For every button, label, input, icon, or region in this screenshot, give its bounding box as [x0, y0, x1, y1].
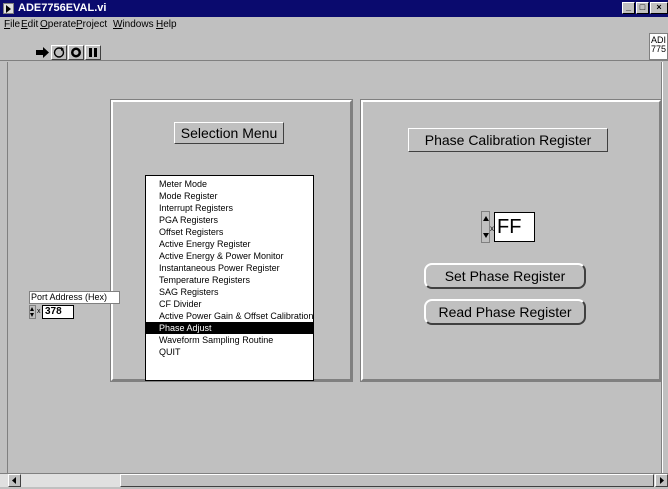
- menu-help[interactable]: Help: [156, 18, 177, 32]
- list-item[interactable]: PGA Registers: [146, 214, 313, 226]
- menu-project[interactable]: Project: [76, 18, 107, 32]
- increment-arrow-icon[interactable]: [483, 216, 489, 221]
- phase-value-stepper[interactable]: [481, 211, 490, 243]
- list-item[interactable]: Interrupt Registers: [146, 202, 313, 214]
- list-item[interactable]: QUIT: [146, 346, 313, 358]
- increment-arrow-icon[interactable]: [30, 307, 34, 311]
- list-item[interactable]: Meter Mode: [146, 178, 313, 190]
- list-item-selected[interactable]: Phase Adjust: [146, 322, 313, 334]
- list-item[interactable]: Active Power Gain & Offset Calibration: [146, 310, 313, 322]
- vi-icon-pane: ADI 775: [649, 33, 668, 60]
- minimize-icon[interactable]: _: [622, 2, 635, 14]
- menu-file[interactable]: File: [4, 18, 20, 32]
- title-bar[interactable]: ADE7756EVAL.vi _ □ ×: [0, 0, 668, 17]
- pause-icon[interactable]: [85, 45, 101, 60]
- phase-calibration-label: Phase Calibration Register: [408, 128, 608, 152]
- list-item[interactable]: Waveform Sampling Routine: [146, 334, 313, 346]
- scroll-right-icon[interactable]: [655, 474, 668, 487]
- run-continuous-icon[interactable]: [51, 45, 67, 60]
- list-item[interactable]: Active Energy Register: [146, 238, 313, 250]
- port-address-label: Port Address (Hex): [29, 291, 120, 304]
- scroll-left-icon[interactable]: [8, 474, 21, 487]
- port-address-field[interactable]: 378: [42, 305, 74, 319]
- run-arrow-icon[interactable]: [35, 46, 50, 59]
- list-item[interactable]: Active Energy & Power Monitor: [146, 250, 313, 262]
- window-title: ADE7756EVAL.vi: [18, 2, 107, 14]
- read-phase-register-button[interactable]: Read Phase Register: [424, 299, 586, 325]
- list-item[interactable]: Mode Register: [146, 190, 313, 202]
- menu-windows[interactable]: Windows: [113, 18, 154, 32]
- decrement-arrow-icon[interactable]: [30, 313, 34, 317]
- scroll-thumb[interactable]: [120, 474, 654, 487]
- list-item[interactable]: Offset Registers: [146, 226, 313, 238]
- phase-register-value[interactable]: FF: [494, 212, 535, 242]
- list-item[interactable]: SAG Registers: [146, 286, 313, 298]
- close-icon[interactable]: ×: [650, 2, 668, 14]
- selection-menu-listbox[interactable]: Meter Mode Mode Register Interrupt Regis…: [145, 175, 314, 381]
- menu-operate[interactable]: Operate: [40, 18, 76, 32]
- decrement-arrow-icon[interactable]: [483, 233, 489, 238]
- list-item[interactable]: Instantaneous Power Register: [146, 262, 313, 274]
- labview-vi-icon[interactable]: [3, 3, 14, 14]
- hex-radix-indicator: x: [37, 308, 41, 315]
- list-item[interactable]: CF Divider: [146, 298, 313, 310]
- menu-edit[interactable]: Edit: [21, 18, 38, 32]
- vertical-scrollbar[interactable]: [662, 62, 668, 473]
- menu-bar: File Edit Operate Project Windows Help: [0, 17, 668, 33]
- set-phase-register-button[interactable]: Set Phase Register: [424, 263, 586, 289]
- maximize-icon[interactable]: □: [636, 2, 649, 14]
- panel-left-border: [7, 62, 8, 473]
- port-address-stepper[interactable]: [29, 305, 36, 319]
- list-item[interactable]: Temperature Registers: [146, 274, 313, 286]
- selection-menu-label: Selection Menu: [174, 122, 284, 144]
- abort-icon[interactable]: [68, 45, 84, 60]
